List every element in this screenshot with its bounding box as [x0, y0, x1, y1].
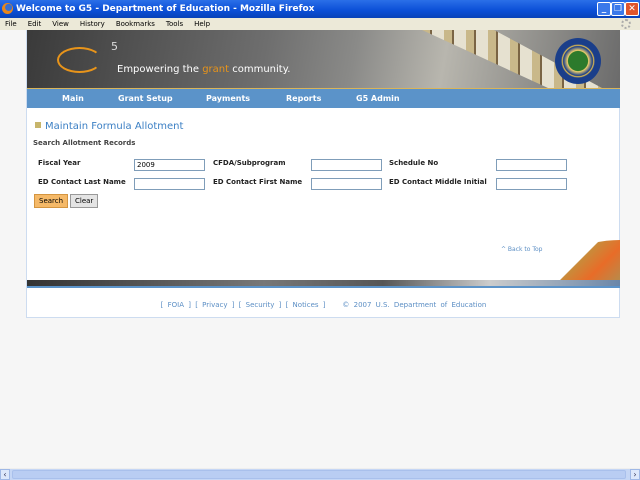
- privacy-link[interactable]: Privacy: [202, 301, 227, 309]
- g5-logo: [57, 47, 102, 73]
- security-link[interactable]: Security: [246, 301, 275, 309]
- page: 5 Empowering the grant community. Main G…: [26, 30, 620, 318]
- scroll-left-icon[interactable]: ‹: [0, 469, 10, 480]
- menu-bookmarks[interactable]: Bookmarks: [116, 20, 155, 28]
- department-seal-icon: [555, 38, 601, 84]
- fiscal-year-input[interactable]: [134, 159, 205, 171]
- nav-main[interactable]: Main: [62, 94, 84, 103]
- cfda-input[interactable]: [311, 159, 382, 171]
- fiscal-year-label: Fiscal Year: [38, 159, 81, 167]
- menu-tools[interactable]: Tools: [166, 20, 183, 28]
- middle-initial-label: ED Contact Middle Initial: [389, 178, 487, 186]
- title-bar: Welcome to G5 - Department of Education …: [0, 0, 640, 18]
- page-title: Maintain Formula Allotment: [35, 121, 183, 132]
- menu-history[interactable]: History: [80, 20, 105, 28]
- footer-strip: [27, 280, 620, 288]
- tagline: Empowering the grant community.: [117, 64, 291, 75]
- banner: 5 Empowering the grant community.: [27, 30, 620, 88]
- firefox-icon: [2, 3, 13, 14]
- cfda-label: CFDA/Subprogram: [213, 159, 286, 167]
- scroll-right-icon[interactable]: ›: [630, 469, 640, 480]
- notices-link[interactable]: Notices: [293, 301, 319, 309]
- copyright: © 2007 U.S. Department of Education: [342, 301, 487, 309]
- foia-link[interactable]: FOIA: [168, 301, 184, 309]
- menu-bar: File Edit View History Bookmarks Tools Help: [0, 18, 640, 30]
- menu-help[interactable]: Help: [194, 20, 210, 28]
- menu-edit[interactable]: Edit: [28, 20, 42, 28]
- nav-reports[interactable]: Reports: [286, 94, 321, 103]
- schedule-no-label: Schedule No: [389, 159, 439, 167]
- last-name-label: ED Contact Last Name: [38, 178, 126, 186]
- back-to-top-link[interactable]: ^ Back to Top: [501, 246, 542, 253]
- classroom-image: [550, 240, 620, 280]
- scroll-thumb[interactable]: [12, 470, 626, 479]
- horizontal-scrollbar[interactable]: ‹ ›: [0, 468, 640, 480]
- bullet-icon: [35, 122, 41, 128]
- first-name-label: ED Contact First Name: [213, 178, 303, 186]
- minimize-button[interactable]: _: [597, 2, 611, 16]
- logo-sup: 5: [111, 40, 118, 53]
- footer: [ FOIA ] [ Privacy ] [ Security ] [ Noti…: [160, 301, 487, 309]
- main-nav: Main Grant Setup Payments Reports G5 Adm…: [27, 88, 620, 108]
- menu-file[interactable]: File: [5, 20, 17, 28]
- last-name-input[interactable]: [134, 178, 205, 190]
- restore-button[interactable]: ❐: [611, 2, 625, 16]
- nav-grant-setup[interactable]: Grant Setup: [118, 94, 173, 103]
- menu-view[interactable]: View: [52, 20, 69, 28]
- search-button[interactable]: Search: [34, 194, 69, 208]
- clear-button[interactable]: Clear: [70, 194, 99, 208]
- throbber-icon: [621, 19, 631, 29]
- schedule-no-input[interactable]: [496, 159, 567, 171]
- close-button[interactable]: ✕: [625, 2, 639, 16]
- middle-initial-input[interactable]: [496, 178, 567, 190]
- window-title: Welcome to G5 - Department of Education …: [16, 4, 315, 14]
- first-name-input[interactable]: [311, 178, 382, 190]
- section-subtitle: Search Allotment Records: [33, 139, 136, 147]
- nav-g5-admin[interactable]: G5 Admin: [356, 94, 400, 103]
- nav-payments[interactable]: Payments: [206, 94, 250, 103]
